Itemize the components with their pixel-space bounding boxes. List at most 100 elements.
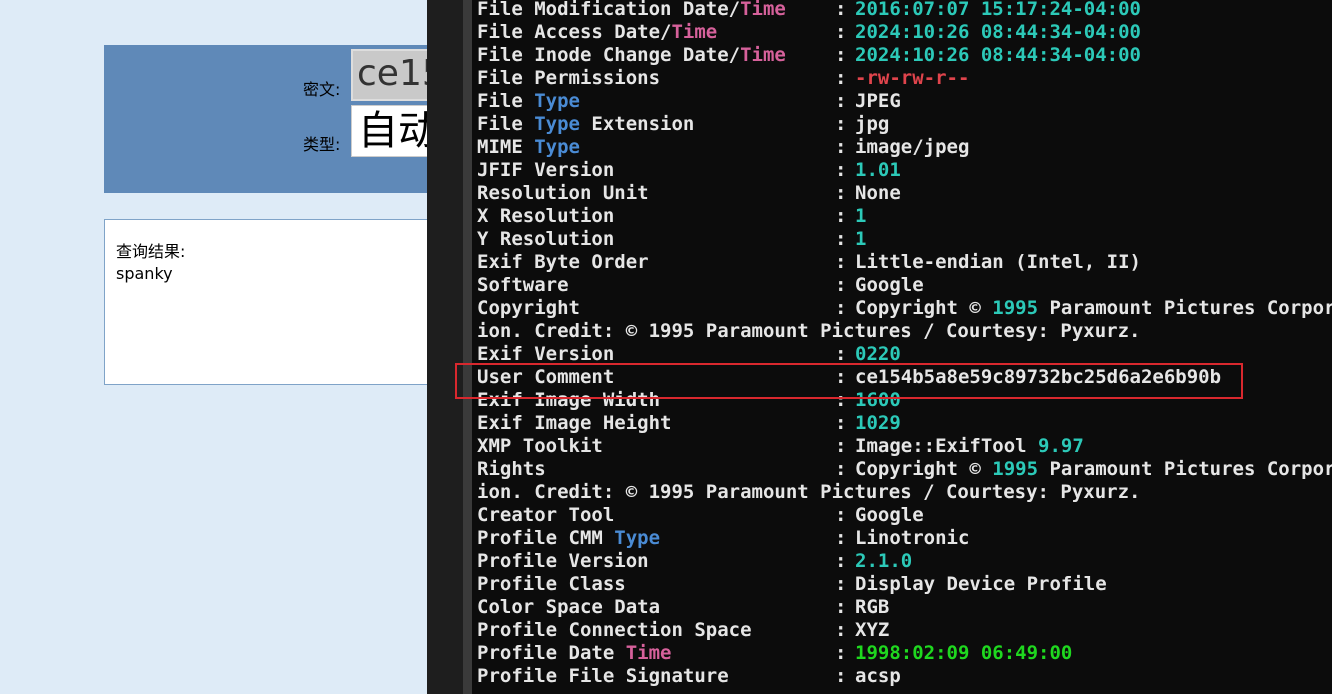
terminal-line: Profile Connection Space: XYZ (477, 619, 1332, 642)
terminal-separator: : (835, 136, 847, 158)
terminal-value: jpg (855, 113, 890, 135)
type-label: 类型: (303, 135, 341, 154)
terminal-line: File Inode Change Date/Time:2024:10:26 0… (477, 44, 1332, 67)
terminal-key: Exif Version (477, 343, 615, 365)
terminal-line: Profile CMM Type: Linotronic (477, 527, 1332, 550)
terminal-line: Exif Version:0220 (477, 343, 1332, 366)
terminal-value: acsp (855, 665, 901, 687)
terminal-separator: : (835, 159, 847, 181)
terminal-line: Software: Google (477, 274, 1332, 297)
terminal-key: File Inode Change Date/Time (477, 44, 786, 66)
terminal-separator: : (835, 297, 847, 319)
terminal-separator: : (835, 435, 847, 457)
terminal-separator: : (835, 182, 847, 204)
terminal-line: Exif Byte Order: Little-endian (Intel, II… (477, 251, 1332, 274)
terminal-separator: : (835, 550, 847, 572)
terminal-key: Rights (477, 458, 546, 480)
result-value: spanky (116, 264, 173, 283)
terminal-line: Y Resolution:1 (477, 228, 1332, 251)
terminal-separator: : (835, 389, 847, 411)
terminal-value: -rw-rw-r-- (855, 67, 970, 89)
terminal-separator: : (835, 596, 847, 618)
terminal-line: Copyright: Copyright © 1995 Paramount Pic… (477, 297, 1332, 320)
terminal-line: ion. Credit: © 1995 Paramount Pictures /… (477, 481, 1332, 504)
terminal-line: Profile Version:2.1.0 (477, 550, 1332, 573)
terminal-separator: : (835, 0, 847, 20)
terminal-key: XMP Toolkit (477, 435, 603, 457)
terminal-key: File Type (477, 90, 580, 112)
terminal-output: File Modification Date/Time:2016:07:07 1… (477, 0, 1332, 688)
terminal-key: File Modification Date/Time (477, 0, 786, 20)
terminal-value: 2024:10:26 08:44:34-04:00 (855, 44, 1141, 66)
terminal-line: User Comment: ce154b5a8e59c89732bc25d6a2e… (477, 366, 1332, 389)
terminal-key: Color Space Data (477, 596, 661, 618)
terminal-line-text: ion. Credit: © 1995 Paramount Pictures /… (477, 481, 1141, 503)
terminal-value: 1029 (855, 412, 901, 434)
terminal-line: Exif Image Height:1029 (477, 412, 1332, 435)
terminal-separator: : (835, 619, 847, 641)
terminal-line: File Type: JPEG (477, 90, 1332, 113)
terminal-key: File Access Date/Time (477, 21, 718, 43)
terminal-separator: : (835, 67, 847, 89)
terminal-value: None (855, 182, 901, 204)
terminal-key: Resolution Unit (477, 182, 649, 204)
terminal-value: JPEG (855, 90, 901, 112)
terminal-value: Linotronic (855, 527, 970, 549)
terminal-gutter (427, 0, 472, 694)
terminal-value: XYZ (855, 619, 890, 641)
terminal-line: Resolution Unit: None (477, 182, 1332, 205)
terminal-window[interactable]: File Modification Date/Time:2016:07:07 1… (427, 0, 1332, 694)
terminal-value: 0220 (855, 343, 901, 365)
terminal-separator: : (835, 44, 847, 66)
terminal-separator: : (835, 228, 847, 250)
terminal-value: Image::ExifTool 9.97 (855, 435, 1084, 457)
terminal-line: X Resolution:1 (477, 205, 1332, 228)
terminal-value: 1.01 (855, 159, 901, 181)
result-title: 查询结果: (116, 242, 186, 261)
terminal-value: image/jpeg (855, 136, 970, 158)
terminal-key: Copyright (477, 297, 580, 319)
terminal-key: Y Resolution (477, 228, 615, 250)
terminal-line: Profile Date Time:1998:02:09 06:49:00 (477, 642, 1332, 665)
terminal-key: Creator Tool (477, 504, 615, 526)
terminal-value: 2016:07:07 15:17:24-04:00 (855, 0, 1141, 20)
terminal-key: Profile Date Time (477, 642, 672, 664)
terminal-separator: : (835, 412, 847, 434)
decrypt-form-panel: 密文: ce15 类型: 自动 (104, 45, 444, 193)
terminal-key: Profile Connection Space (477, 619, 752, 641)
terminal-value: ce154b5a8e59c89732bc25d6a2e6b90b (855, 366, 1222, 388)
terminal-value: RGB (855, 596, 890, 618)
result-panel: 查询结果: spanky (104, 219, 444, 385)
terminal-separator: : (835, 642, 847, 664)
terminal-key: User Comment (477, 366, 615, 388)
terminal-value: 1 (855, 205, 867, 227)
terminal-value: 1 (855, 228, 867, 250)
terminal-key: JFIF Version (477, 159, 615, 181)
terminal-key: Exif Image Height (477, 412, 672, 434)
terminal-key: File Permissions (477, 67, 661, 89)
terminal-separator: : (835, 205, 847, 227)
terminal-key: Profile Version (477, 550, 649, 572)
terminal-key: Software (477, 274, 569, 296)
terminal-value: Display Device Profile (855, 573, 1107, 595)
terminal-line-text: ion. Credit: © 1995 Paramount Pictures /… (477, 320, 1141, 342)
terminal-value: 2024:10:26 08:44:34-04:00 (855, 21, 1141, 43)
terminal-line: MIME Type: image/jpeg (477, 136, 1332, 159)
terminal-key: MIME Type (477, 136, 580, 158)
terminal-key: Profile Class (477, 573, 626, 595)
terminal-separator: : (835, 665, 847, 687)
terminal-key: Profile File Signature (477, 665, 729, 687)
terminal-separator: : (835, 90, 847, 112)
terminal-line: Creator Tool: Google (477, 504, 1332, 527)
terminal-separator: : (835, 458, 847, 480)
terminal-line: Profile File Signature: acsp (477, 665, 1332, 688)
terminal-separator: : (835, 343, 847, 365)
terminal-line: File Access Date/Time:2024:10:26 08:44:3… (477, 21, 1332, 44)
terminal-line: Color Space Data: RGB (477, 596, 1332, 619)
terminal-key: Exif Byte Order (477, 251, 649, 273)
terminal-value: Copyright © 1995 Paramount Pictures Corp… (855, 458, 1332, 480)
terminal-line: Profile Class: Display Device Profile (477, 573, 1332, 596)
terminal-key: Exif Image Width (477, 389, 661, 411)
terminal-value: Google (855, 274, 924, 296)
terminal-key: Profile CMM Type (477, 527, 661, 549)
